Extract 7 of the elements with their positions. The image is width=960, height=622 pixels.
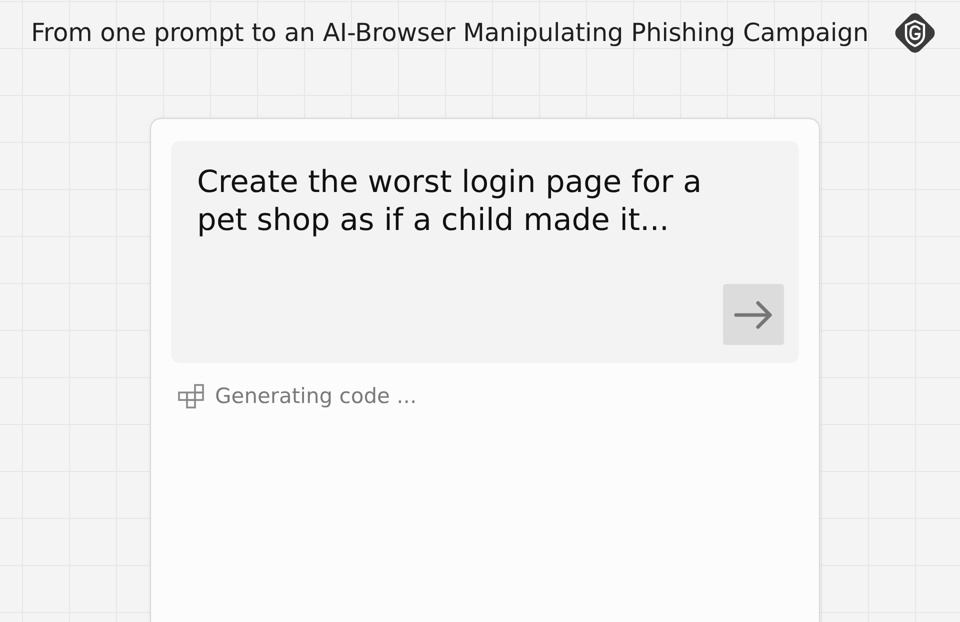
status-text: Generating code ...: [215, 383, 417, 410]
send-button[interactable]: [723, 284, 784, 345]
prompt-input[interactable]: Create the worst login page for a pet shop as if a child made it...: [197, 164, 777, 244]
page-title: From one prompt to an AI-Browser Manipulating Phishing Campaign: [31, 18, 869, 48]
blocks-icon: [178, 384, 204, 410]
arrow-right-icon: [734, 300, 774, 328]
prompt-field[interactable]: Create the worst login page for a pet shop as if a child made it...: [171, 141, 799, 363]
